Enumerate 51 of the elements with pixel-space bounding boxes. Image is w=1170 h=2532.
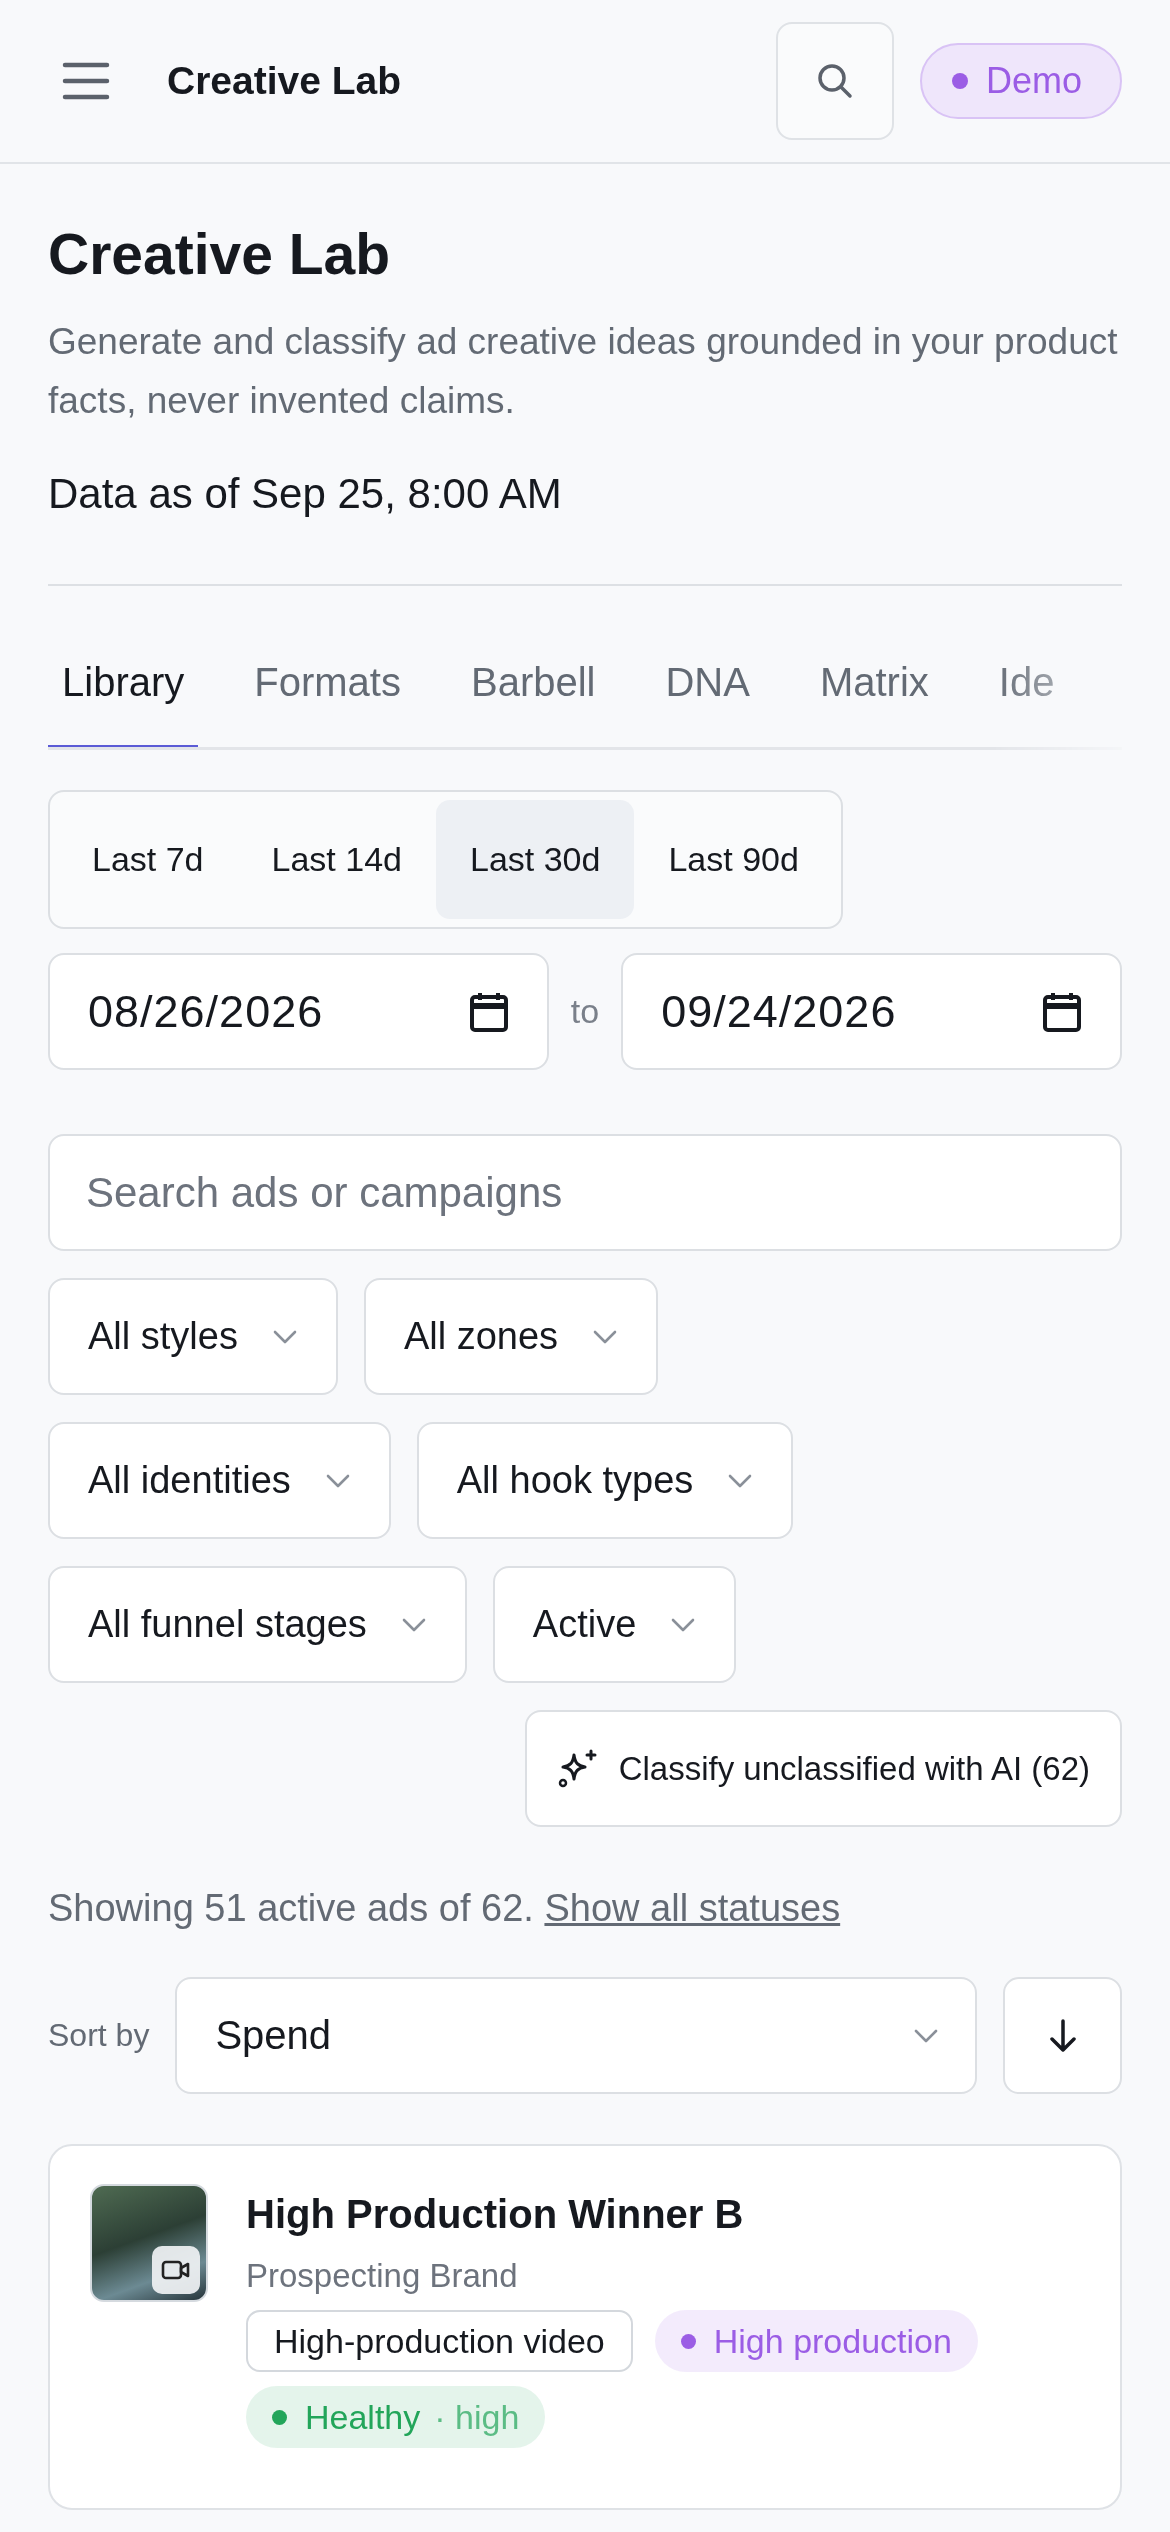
- demo-badge: Demo: [919, 43, 1122, 119]
- chevron-down-icon: [592, 1328, 619, 1345]
- chevron-down-icon: [670, 1616, 697, 1633]
- chevron-down-icon: [400, 1616, 427, 1633]
- page-title: Creative Lab: [48, 221, 392, 288]
- range-option[interactable]: Last 90d: [634, 800, 833, 919]
- ad-title: High Production Winner B: [246, 2191, 745, 2238]
- tab[interactable]: DNA: [651, 630, 764, 747]
- search-field[interactable]: Search ads or campaigns: [48, 1134, 1122, 1251]
- show-all-statuses-link[interactable]: Show all statuses: [544, 1887, 841, 1929]
- ad-campaign: Prospecting Brand: [246, 2256, 519, 2296]
- status-tag: High production: [654, 2310, 978, 2372]
- page-description: Generate and classify ad creative ideas grounded in your product facts, never invented claims.: [48, 320, 1119, 423]
- classify-button[interactable]: Classify unclassified with AI (62): [524, 1710, 1122, 1827]
- filter-dropdown[interactable]: All identities: [48, 1422, 391, 1539]
- chevron-down-icon: [324, 1472, 351, 1489]
- results-summary: Showing 51 active ads of 62. Show all statuses: [48, 1886, 842, 1931]
- tab[interactable]: Barbell: [456, 630, 610, 747]
- filter-dropdown[interactable]: All hook types: [416, 1422, 794, 1539]
- range-option[interactable]: Last 7d: [58, 800, 238, 919]
- range-option[interactable]: Last 30d: [436, 800, 635, 919]
- filter-dropdown[interactable]: All zones: [363, 1278, 659, 1395]
- calendar-icon[interactable]: [468, 990, 509, 1033]
- search-button[interactable]: [775, 22, 894, 140]
- chevron-down-icon: [727, 1472, 754, 1489]
- filter-dropdown[interactable]: Active: [492, 1566, 737, 1683]
- app-title: Creative Lab: [167, 59, 403, 103]
- data-timestamp: Data as of Sep 25, 8:00 AM: [48, 469, 563, 519]
- format-tag: High-production video: [246, 2310, 633, 2372]
- tab[interactable]: Formats: [240, 630, 415, 747]
- date-field[interactable]: 08/26/2026: [48, 953, 549, 1070]
- tab[interactable]: Library: [48, 630, 199, 747]
- search-icon: [815, 62, 854, 100]
- filter-dropdown[interactable]: All funnel stages: [48, 1566, 467, 1683]
- status-dot-icon: [951, 73, 968, 89]
- date-field[interactable]: 09/24/2026: [621, 953, 1122, 1070]
- tab[interactable]: Matrix: [805, 630, 943, 747]
- range-separator: to: [570, 992, 600, 1031]
- status-tag: Healthy · high: [246, 2386, 546, 2448]
- ad-card[interactable]: High Production Winner B Prospecting Brand High-production video High production Healthy · high: [48, 2144, 1122, 2510]
- sort-label: Sort by: [48, 2017, 150, 2054]
- filter-dropdown[interactable]: All styles: [48, 1278, 338, 1395]
- range-option[interactable]: Last 14d: [237, 800, 436, 919]
- sort-select[interactable]: Spend: [175, 1977, 977, 2094]
- calendar-icon[interactable]: [1042, 990, 1082, 1033]
- chevron-down-icon: [271, 1328, 298, 1345]
- chevron-down-icon: [913, 2027, 939, 2044]
- menu-icon[interactable]: [62, 61, 110, 101]
- arrow-down-icon: [1047, 2017, 1078, 2054]
- sparkle-icon: [556, 1748, 599, 1789]
- video-camera-icon: [152, 2246, 200, 2294]
